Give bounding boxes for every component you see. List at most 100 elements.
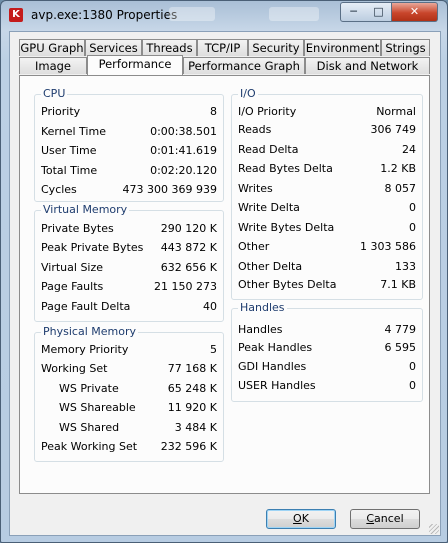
blurred-region: [169, 7, 215, 21]
ok-mnemonic: O: [293, 512, 302, 525]
row-value: 65 248 K: [167, 382, 217, 395]
tab-performance[interactable]: Performance: [87, 55, 183, 75]
title-bar[interactable]: K avp.exe:1380 Properties ─ □ ✕: [1, 1, 447, 31]
row-value: 290 120 K: [160, 222, 217, 235]
row-value: 473 300 369 939: [122, 183, 217, 196]
handles-row-user-handles: USER Handles 0: [232, 378, 422, 394]
handles-row-peak-handles: Peak Handles 6 595: [232, 340, 422, 356]
row-value: 0:00:38.501: [150, 125, 217, 138]
handles-group: Handles Handles 4 779 Peak Handles 6 595 G…: [231, 301, 423, 402]
close-button[interactable]: ✕: [392, 2, 438, 22]
maximize-button[interactable]: □: [366, 2, 392, 22]
row-label: GDI Handles: [238, 360, 307, 373]
io-row-reads: Reads 306 749: [232, 122, 422, 138]
row-value: 0:01:41.619: [150, 144, 217, 157]
row-label: Page Faults: [41, 280, 104, 293]
io-group: I/O I/O Priority Normal Reads 306 749 Read…: [231, 87, 423, 300]
row-value: 0: [409, 221, 416, 234]
row-label: Working Set: [41, 362, 108, 375]
cpu-group: CPU Priority 8 Kernel Time 0:00:38.501 Use…: [34, 87, 224, 202]
window-title: avp.exe:1380 Properties: [31, 8, 178, 22]
vm-row-page-faults: Page Faults 21 150 273: [35, 279, 223, 295]
dialog-client-area: GPU Graph Services Threads TCP/IP Securi…: [9, 31, 441, 536]
io-row-priority: I/O Priority Normal: [232, 104, 422, 120]
row-value: 3 484 K: [174, 421, 217, 434]
row-label: Read Delta: [238, 143, 299, 156]
row-value: 0: [409, 379, 416, 392]
tab-strings[interactable]: Strings: [381, 39, 430, 56]
row-value: 133: [395, 260, 416, 273]
row-label: Priority: [41, 105, 81, 118]
tab-security[interactable]: Security: [248, 39, 304, 56]
close-icon: ✕: [409, 5, 420, 18]
cpu-row-user-time: User Time 0:01:41.619: [35, 143, 223, 159]
io-row-other-delta: Other Delta 133: [232, 259, 422, 275]
row-value: 8 057: [384, 182, 417, 195]
io-row-write-bytes-delta: Write Bytes Delta 0: [232, 220, 422, 236]
pm-row-peak-working-set: Peak Working Set 232 596 K: [35, 439, 223, 455]
row-label: Writes: [238, 182, 273, 195]
ok-label-rest: K: [301, 512, 309, 525]
row-value: 0:02:20.120: [150, 164, 217, 177]
pm-row-working-set: Working Set 77 168 K: [35, 361, 223, 377]
row-label: I/O Priority: [238, 105, 297, 118]
tab-image[interactable]: Image: [19, 57, 87, 74]
pm-row-ws-private: WS Private 65 248 K: [35, 381, 223, 397]
row-label: Cycles: [41, 183, 77, 196]
io-row-writes: Writes 8 057: [232, 181, 422, 197]
row-label: WS Shareable: [59, 401, 136, 414]
row-label: Kernel Time: [41, 125, 106, 138]
cancel-button[interactable]: Cancel: [350, 509, 420, 529]
handles-row-gdi-handles: GDI Handles 0: [232, 359, 422, 375]
virtual-memory-group-title: Virtual Memory: [41, 203, 130, 216]
io-row-other: Other 1 303 586: [232, 239, 422, 255]
io-row-read-bytes-delta: Read Bytes Delta 1.2 KB: [232, 161, 422, 177]
tab-disk-and-network[interactable]: Disk and Network: [305, 57, 430, 74]
row-label: Virtual Size: [41, 261, 104, 274]
pm-row-memory-priority: Memory Priority 5: [35, 342, 223, 358]
row-value: 0: [409, 201, 416, 214]
cancel-label-rest: ancel: [374, 512, 404, 525]
row-value: 6 595: [384, 341, 417, 354]
cpu-row-total-time: Total Time 0:02:20.120: [35, 163, 223, 179]
tab-tcpip[interactable]: TCP/IP: [197, 39, 248, 56]
pm-row-ws-shared: WS Shared 3 484 K: [35, 420, 223, 436]
tab-services[interactable]: Services: [85, 39, 142, 56]
handles-group-title: Handles: [238, 301, 287, 314]
row-label: Write Delta: [238, 201, 300, 214]
physical-memory-group: Physical Memory Memory Priority 5 Working…: [34, 325, 224, 462]
row-label: Reads: [238, 123, 272, 136]
row-label: Write Bytes Delta: [238, 221, 335, 234]
tab-performance-graph[interactable]: Performance Graph: [183, 57, 305, 74]
row-label: WS Private: [59, 382, 119, 395]
row-label: Private Bytes: [41, 222, 114, 235]
cpu-row-priority: Priority 8: [35, 104, 223, 120]
minimize-icon: ─: [350, 5, 357, 18]
row-value: 24: [402, 143, 416, 156]
row-value: 7.1 KB: [380, 278, 416, 291]
row-label: Peak Handles: [238, 341, 313, 354]
ok-button[interactable]: OK: [266, 509, 336, 529]
row-label: Read Bytes Delta: [238, 162, 333, 175]
minimize-button[interactable]: ─: [340, 2, 367, 22]
row-value: 8: [210, 105, 217, 118]
resize-grip[interactable]: [429, 524, 439, 534]
row-value: 11 920 K: [167, 401, 217, 414]
cpu-row-cycles: Cycles 473 300 369 939: [35, 182, 223, 198]
row-value: 306 749: [370, 123, 417, 136]
tab-gpu-graph[interactable]: GPU Graph: [19, 39, 85, 56]
vm-row-private-bytes: Private Bytes 290 120 K: [35, 221, 223, 237]
row-value: 4 779: [384, 323, 417, 336]
properties-window: K avp.exe:1380 Properties ─ □ ✕ GPU Grap…: [0, 0, 448, 543]
row-label: WS Shared: [59, 421, 120, 434]
row-value: 40: [203, 300, 217, 313]
tab-threads[interactable]: Threads: [142, 39, 197, 56]
row-value: 77 168 K: [167, 362, 217, 375]
io-row-write-delta: Write Delta 0: [232, 200, 422, 216]
row-label: Handles: [238, 323, 283, 336]
row-label: Other Delta: [238, 260, 303, 273]
tab-environment[interactable]: Environment: [304, 39, 381, 56]
row-value: 1 303 586: [360, 240, 416, 253]
row-label: Other: [238, 240, 270, 253]
row-label: Total Time: [41, 164, 98, 177]
